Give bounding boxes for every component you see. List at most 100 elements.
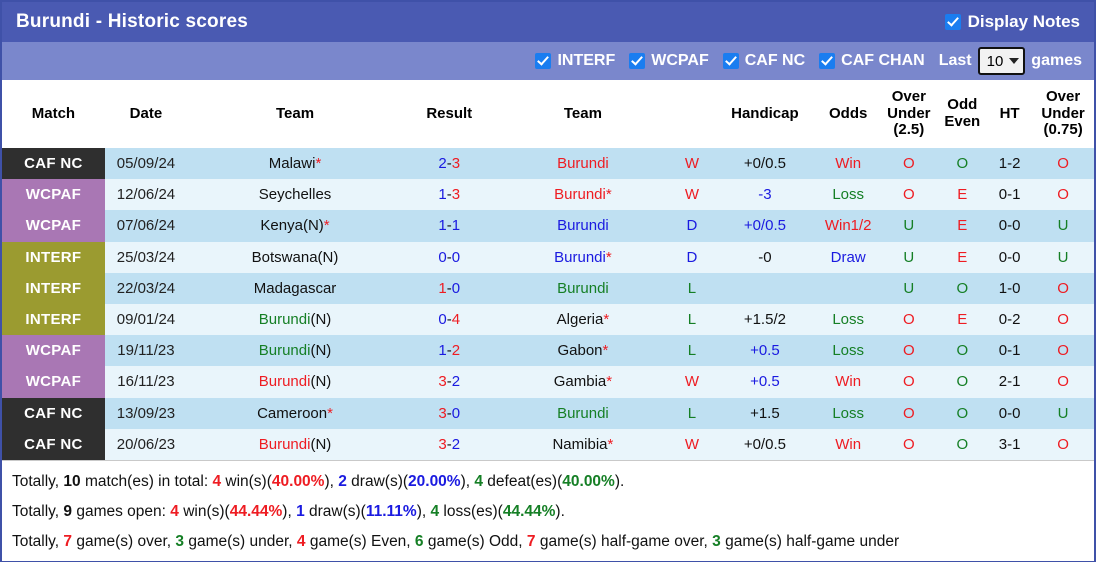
filter-cafnc[interactable]: CAF NC [722,52,806,70]
s3-under: 3 [175,532,185,550]
home-team: Burundi(N) [187,303,403,336]
home-team: Burundi(N) [187,335,403,367]
table-row[interactable]: INTERF 22/03/24 Madagascar 1-0 Burundi L U O 1-0… [2,272,1094,304]
handicap-value: +0.5 [713,366,817,398]
display-notes-checkbox[interactable] [944,14,961,30]
away-team: Gabon* [495,335,671,367]
over-under-075: U [1032,241,1094,273]
ou25-line2: Under [887,104,931,122]
s2-suffix: ). [555,502,565,520]
table-row[interactable]: INTERF 09/01/24 Burundi(N) 0-4 Algeria* L +1.5… [2,303,1094,336]
s2-wins-pct: 44.44% [229,502,283,520]
s3-mid3: game(s) Even, [305,532,415,550]
table-row[interactable]: INTERF 25/03/24 Botswana(N) 0-0 Burundi* D -0 D… [2,241,1094,273]
s2-losses: 4 [430,502,440,520]
s1-mid1: match(es) in total: [80,472,213,490]
win-draw-loss: W [670,179,714,211]
over-under-075: O [1032,272,1094,304]
s2-losses-pct: 44.44% [502,502,556,520]
s2-prefix: Totally, [12,502,64,520]
odds-result: Loss [816,303,881,336]
cafchan-checkbox[interactable] [819,53,836,69]
s1-mid6: defeat(es)( [483,472,563,490]
s3-odd: 6 [414,532,424,550]
s3-prefix: Totally, [12,532,64,550]
games-count-select[interactable]: 10 [977,47,1026,75]
cafnc-label: CAF NC [744,52,806,69]
win-draw-loss: L [670,335,714,367]
last-games-control: Last 10 games [939,47,1082,75]
table-header: Match Date Team Result Team Handicap Odd… [2,80,1094,148]
home-team: Seychelles [187,179,403,211]
col-over-under-075: Over Under (0.75) [1032,80,1094,148]
s1-mid4: draw(s)( [346,472,409,490]
match-result: 0-0 [402,241,496,273]
col-date: Date [104,80,188,148]
table-row[interactable]: CAF NC 05/09/24 Malawi* 2-3 Burundi W +0/0.5 Wi… [2,148,1094,180]
competition-badge: INTERF [2,303,105,336]
home-team: Botswana(N) [187,241,403,273]
summary-line-1: Totally, 10 match(es) in total: 4 win(s)… [12,467,1084,497]
s3-even: 4 [296,532,306,550]
half-time-score: 0-1 [986,335,1033,367]
away-team: Burundi [495,397,671,429]
over-under-25: O [880,179,938,211]
filter-wcpaf[interactable]: WCPAF [629,52,709,70]
s2-wins: 4 [170,502,179,520]
table-row[interactable]: WCPAF 07/06/24 Kenya(N)* 1-1 Burundi D +0/0.5 W… [2,210,1094,242]
competition-badge: CAF NC [2,428,105,460]
s2-mid2: win(s)( [178,502,230,520]
odds-result: Loss [816,335,881,367]
col-odd-even: Odd Even [937,80,987,148]
competition-filter-bar: INTERF WCPAF CAF NC CAF CHAN Last 10 gam… [2,42,1094,80]
cafnc-checkbox[interactable] [722,53,739,69]
over-under-075: O [1032,335,1094,367]
half-time-score: 3-1 [986,428,1033,460]
odd-even: O [937,428,987,460]
match-result: 2-3 [402,148,496,180]
filter-cafchan[interactable]: CAF CHAN [819,52,925,70]
away-team: Burundi* [495,179,671,211]
table-header-row: Match Date Team Result Team Handicap Odd… [2,80,1094,148]
competition-badge: WCPAF [2,366,105,398]
s3-half-over: 7 [526,532,536,550]
win-draw-loss: L [670,303,714,336]
over-under-25: O [880,428,938,460]
table-row[interactable]: CAF NC 13/09/23 Cameroon* 3-0 Burundi L +1.5 Lo… [2,397,1094,429]
display-notes-label: Display Notes [967,12,1080,31]
interf-checkbox[interactable] [535,53,552,69]
home-team: Kenya(N)* [187,210,403,242]
s2-mid4: draw(s)( [304,502,366,520]
table-row[interactable]: WCPAF 16/11/23 Burundi(N) 3-2 Gambia* W +0.5 Wi… [2,366,1094,398]
win-draw-loss: L [670,272,714,304]
col-over-under-25: Over Under (2.5) [880,80,938,148]
filter-interf[interactable]: INTERF [535,52,615,70]
odd-even: E [937,210,987,242]
match-date: 05/09/24 [104,148,188,180]
col-odds: Odds [816,80,881,148]
match-date: 09/01/24 [104,303,188,336]
match-date: 20/06/23 [104,428,188,460]
s3-half-under: 3 [712,532,721,550]
wcpaf-label: WCPAF [651,52,709,69]
half-time-score: 1-2 [986,148,1033,180]
page-title: Burundi - Historic scores [16,11,248,32]
win-draw-loss: L [670,397,714,429]
table-row[interactable]: WCPAF 12/06/24 Seychelles 1-3 Burundi* W -3 Los… [2,179,1094,211]
s3-mid6: game(s) half-game under [720,532,900,550]
away-team: Algeria* [495,303,671,336]
competition-badge: WCPAF [2,335,105,367]
table-row[interactable]: WCPAF 19/11/23 Burundi(N) 1-2 Gabon* L +0.5 Los… [2,335,1094,367]
s3-over: 7 [63,532,73,550]
display-notes-toggle[interactable]: Display Notes [944,12,1080,32]
s1-defeats-pct: 40.00% [562,472,615,490]
ou25-line1: Over [891,87,926,105]
table-body: CAF NC 05/09/24 Malawi* 2-3 Burundi W +0/0.5 Wi… [2,148,1094,460]
over-under-075: O [1032,148,1094,180]
match-result: 0-4 [402,303,496,336]
wcpaf-checkbox[interactable] [629,53,646,69]
table-row[interactable]: CAF NC 20/06/23 Burundi(N) 3-2 Namibia* W +0/0… [2,428,1094,460]
match-result: 1-1 [402,210,496,242]
competition-badge: INTERF [2,272,105,304]
handicap-value [713,272,817,304]
